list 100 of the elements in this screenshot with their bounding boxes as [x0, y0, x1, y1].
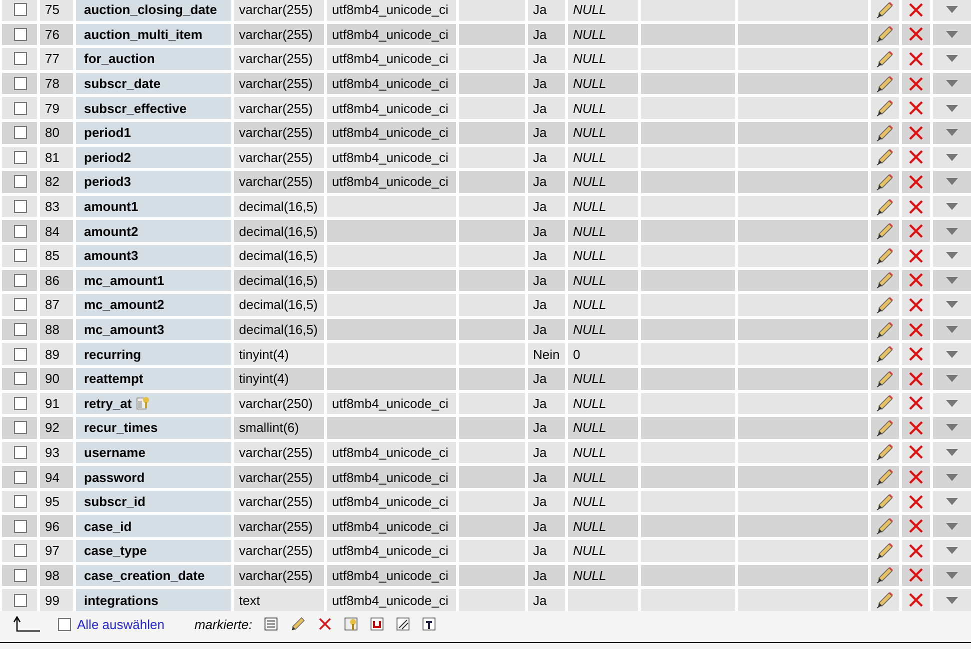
row-checkbox[interactable] — [14, 3, 27, 16]
dropdown-caret-icon[interactable] — [946, 228, 958, 235]
pencil-icon[interactable] — [876, 222, 894, 240]
row-checkbox[interactable] — [14, 28, 27, 41]
pencil-icon[interactable] — [876, 591, 894, 610]
pencil-icon[interactable] — [876, 50, 894, 68]
delete-icon[interactable] — [908, 198, 924, 215]
dropdown-caret-icon[interactable] — [946, 178, 958, 186]
row-checkbox[interactable] — [14, 495, 27, 508]
delete-icon[interactable] — [908, 248, 924, 264]
pencil-icon[interactable] — [876, 74, 894, 93]
pencil-icon[interactable] — [876, 370, 894, 388]
delete-icon[interactable] — [908, 124, 924, 141]
dropdown-caret-icon[interactable] — [946, 80, 958, 88]
row-checkbox[interactable] — [14, 274, 27, 287]
fulltext-icon[interactable] — [422, 617, 436, 632]
pencil-icon[interactable] — [876, 517, 894, 536]
unique-icon[interactable] — [370, 617, 384, 632]
pencil-icon[interactable] — [876, 468, 894, 486]
delete-icon[interactable] — [908, 542, 924, 559]
row-checkbox[interactable] — [14, 77, 27, 90]
select-all-checkbox[interactable] — [58, 618, 71, 631]
row-checkbox[interactable] — [14, 372, 27, 386]
delete-icon[interactable] — [908, 100, 924, 116]
row-checkbox[interactable] — [14, 470, 27, 484]
pencil-icon[interactable] — [876, 418, 894, 437]
row-checkbox[interactable] — [14, 175, 27, 188]
dropdown-caret-icon[interactable] — [946, 375, 958, 382]
pencil-icon[interactable] — [876, 25, 894, 44]
row-checkbox[interactable] — [14, 126, 27, 140]
delete-icon[interactable] — [908, 518, 924, 534]
delete-icon[interactable] — [908, 567, 924, 584]
delete-icon[interactable] — [908, 272, 924, 288]
delete-icon[interactable] — [908, 444, 924, 460]
pencil-icon[interactable] — [876, 542, 894, 560]
row-checkbox[interactable] — [14, 102, 27, 115]
row-checkbox[interactable] — [14, 421, 27, 434]
delete-icon[interactable] — [908, 494, 924, 510]
pencil-icon[interactable] — [876, 296, 894, 314]
row-checkbox[interactable] — [14, 520, 27, 533]
row-checkbox[interactable] — [14, 224, 27, 238]
dropdown-caret-icon[interactable] — [946, 572, 958, 579]
pencil-icon[interactable] — [876, 172, 894, 191]
delete-icon[interactable] — [908, 395, 924, 412]
pencil-icon[interactable] — [876, 271, 894, 290]
delete-icon[interactable] — [908, 76, 924, 92]
delete-icon[interactable] — [908, 592, 924, 608]
pencil-icon[interactable] — [876, 124, 894, 142]
row-checkbox[interactable] — [14, 323, 27, 336]
dropdown-caret-icon[interactable] — [946, 154, 958, 161]
dropdown-caret-icon[interactable] — [946, 522, 958, 530]
dropdown-caret-icon[interactable] — [946, 301, 958, 308]
pencil-icon[interactable] — [876, 320, 894, 339]
pencil-icon[interactable] — [876, 198, 894, 216]
dropdown-caret-icon[interactable] — [946, 448, 958, 456]
delete-icon[interactable] — [908, 322, 924, 338]
row-checkbox[interactable] — [14, 200, 27, 214]
row-checkbox[interactable] — [14, 348, 27, 361]
dropdown-caret-icon[interactable] — [946, 424, 958, 432]
pencil-icon[interactable] — [876, 99, 894, 118]
delete-icon[interactable] — [908, 346, 924, 362]
row-checkbox[interactable] — [14, 544, 27, 558]
index-icon[interactable] — [396, 617, 410, 632]
dropdown-caret-icon[interactable] — [946, 350, 958, 358]
dropdown-caret-icon[interactable] — [946, 400, 958, 407]
row-checkbox[interactable] — [14, 594, 27, 607]
dropdown-caret-icon[interactable] — [946, 276, 958, 284]
primary-key-icon[interactable] — [344, 617, 358, 632]
delete-icon[interactable] — [908, 469, 924, 486]
dropdown-caret-icon[interactable] — [946, 30, 958, 38]
pencil-icon[interactable] — [876, 148, 894, 166]
dropdown-caret-icon[interactable] — [946, 55, 958, 62]
delete-icon[interactable] — [908, 296, 924, 313]
pencil-icon[interactable] — [876, 492, 894, 511]
pencil-icon[interactable] — [876, 443, 894, 462]
delete-icon[interactable] — [908, 223, 924, 240]
select-all-link[interactable]: Alle auswählen — [77, 616, 164, 632]
pencil-icon[interactable] — [876, 246, 894, 265]
row-checkbox[interactable] — [14, 298, 27, 312]
delete-icon[interactable] — [908, 149, 924, 166]
dropdown-caret-icon[interactable] — [946, 326, 958, 334]
dropdown-caret-icon[interactable] — [946, 547, 958, 554]
delete-icon[interactable] — [908, 2, 924, 18]
pencil-icon[interactable] — [876, 0, 894, 19]
dropdown-caret-icon[interactable] — [946, 474, 958, 481]
row-checkbox[interactable] — [14, 150, 27, 164]
pencil-icon[interactable] — [876, 566, 894, 584]
pencil-icon[interactable] — [876, 394, 894, 412]
pencil-icon[interactable] — [876, 345, 894, 364]
delete-icon[interactable] — [908, 50, 924, 67]
row-checkbox[interactable] — [14, 249, 27, 262]
dropdown-caret-icon[interactable] — [946, 104, 958, 112]
dropdown-caret-icon[interactable] — [946, 498, 958, 506]
delete-icon[interactable] — [908, 420, 924, 436]
dropdown-caret-icon[interactable] — [946, 596, 958, 604]
row-checkbox[interactable] — [14, 52, 27, 66]
delete-icon[interactable] — [908, 26, 924, 42]
dropdown-caret-icon[interactable] — [946, 129, 958, 136]
row-checkbox[interactable] — [14, 446, 27, 459]
delete-icon[interactable] — [908, 174, 924, 190]
